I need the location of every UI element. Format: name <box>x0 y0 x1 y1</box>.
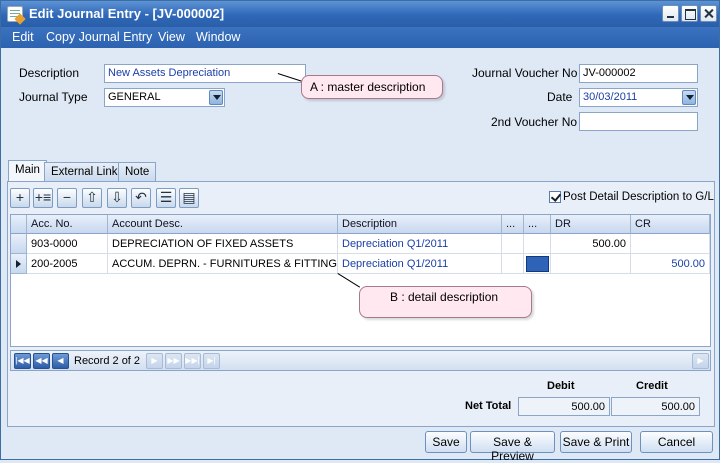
tab-note[interactable]: Note <box>118 162 157 182</box>
date-value: 30/03/2011 <box>583 91 638 103</box>
window-title: Edit Journal Entry - [JV-000002] <box>29 6 225 21</box>
move-down-icon[interactable]: ⇩ <box>107 188 127 208</box>
grid-header-indicator <box>11 215 27 234</box>
save-print-button[interactable]: Save & Print <box>560 431 632 453</box>
menu-copy-journal-entry[interactable]: Copy Journal Entry <box>46 30 152 44</box>
journal-detail-grid: Acc. No. Account Desc. Description ... .… <box>10 214 711 347</box>
cancel-button[interactable]: Cancel <box>640 431 713 453</box>
row-indicator[interactable] <box>11 234 27 254</box>
column-header-acc-no[interactable]: Acc. No. <box>27 215 108 234</box>
table-cell-cr[interactable] <box>631 234 710 254</box>
maximize-button[interactable] <box>681 5 698 22</box>
second-voucher-label: 2nd Voucher No <box>491 115 578 129</box>
record-navigator: |◀◀ ◀◀ ◀ Record 2 of 2 ▶ ▶▶ ▶▶| ▶| ▶ <box>10 350 711 371</box>
minimize-button[interactable] <box>662 5 679 22</box>
column-header-more-1[interactable]: ... <box>502 215 524 234</box>
table-cell-dr[interactable]: 500.00 <box>551 234 631 254</box>
insert-row-icon[interactable]: +≡ <box>33 188 53 208</box>
table-cell-description[interactable]: Depreciation Q1/2011 <box>338 234 502 254</box>
record-position-text: Record 2 of 2 <box>74 355 141 367</box>
add-row-icon[interactable]: + <box>10 188 30 208</box>
table-cell-more-1[interactable] <box>502 254 524 274</box>
second-voucher-input[interactable] <box>579 112 698 131</box>
selected-cell-highlight[interactable] <box>526 256 549 272</box>
voucher-no-label: Journal Voucher No <box>472 66 578 80</box>
tab-main[interactable]: Main <box>8 160 47 182</box>
journal-type-select[interactable]: GENERAL <box>104 88 225 107</box>
column-header-description[interactable]: Description <box>338 215 502 234</box>
net-total-label: Net Total <box>465 400 512 412</box>
menu-bar: Edit Copy Journal Entry View Window <box>1 27 719 48</box>
end-record-button[interactable]: ▶| <box>203 353 220 369</box>
menu-view[interactable]: View <box>158 30 185 44</box>
table-cell-more-1[interactable] <box>502 234 524 254</box>
detail-icon[interactable]: ▤ <box>179 188 199 208</box>
net-total-debit: 500.00 <box>518 397 610 416</box>
table-cell-more-2[interactable] <box>524 234 551 254</box>
next-record-button[interactable]: ▶ <box>146 353 163 369</box>
date-picker[interactable]: 30/03/2011 <box>579 88 698 107</box>
current-row-indicator[interactable] <box>11 254 27 274</box>
prev-record-button[interactable]: ◀ <box>52 353 69 369</box>
move-up-icon[interactable]: ⇧ <box>82 188 102 208</box>
undo-icon[interactable]: ↶ <box>131 188 151 208</box>
table-cell-account-desc[interactable]: DEPRECIATION OF FIXED ASSETS <box>108 234 338 254</box>
description-input[interactable]: New Assets Depreciation <box>104 64 306 83</box>
save-button[interactable]: Save <box>425 431 467 453</box>
table-cell-account-desc[interactable]: ACCUM. DEPRN. - FURNITURES & FITTINGS <box>108 254 338 274</box>
post-detail-label: Post Detail Description to G/L <box>563 191 714 203</box>
scroll-right-button[interactable]: ▶ <box>692 353 709 369</box>
column-header-more-2[interactable]: ... <box>524 215 551 234</box>
journal-app-icon <box>7 6 23 22</box>
column-header-account-desc[interactable]: Account Desc. <box>108 215 338 234</box>
tab-external-link[interactable]: External Link <box>44 162 125 182</box>
chevron-down-icon[interactable] <box>209 90 223 105</box>
menu-edit[interactable]: Edit <box>12 30 34 44</box>
voucher-no-input[interactable]: JV-000002 <box>579 64 698 83</box>
table-cell-acc-no[interactable]: 903-0000 <box>27 234 108 254</box>
delete-row-icon[interactable]: − <box>57 188 77 208</box>
net-total-credit: 500.00 <box>611 397 700 416</box>
close-button[interactable] <box>700 5 717 22</box>
journal-entry-window: Edit Journal Entry - [JV-000002] Edit Co… <box>0 0 720 463</box>
table-cell-cr[interactable]: 500.00 <box>631 254 710 274</box>
debit-header: Debit <box>547 380 575 392</box>
table-cell-dr[interactable] <box>551 254 631 274</box>
description-label: Description <box>19 66 80 80</box>
journal-type-label: Journal Type <box>19 90 88 104</box>
chevron-down-icon[interactable] <box>682 90 696 105</box>
table-cell-acc-no[interactable]: 200-2005 <box>27 254 108 274</box>
column-header-cr[interactable]: CR <box>631 215 710 234</box>
menu-window[interactable]: Window <box>196 30 240 44</box>
callout-master-description: A : master description <box>301 75 443 99</box>
prev-page-button[interactable]: ◀◀ <box>33 353 50 369</box>
last-record-button[interactable]: ▶▶| <box>184 353 201 369</box>
journal-type-value: GENERAL <box>108 91 161 103</box>
column-header-dr[interactable]: DR <box>551 215 631 234</box>
title-bar[interactable]: Edit Journal Entry - [JV-000002] <box>1 1 719 27</box>
save-preview-button[interactable]: Save & Preview <box>470 431 555 463</box>
first-record-button[interactable]: |◀◀ <box>14 353 31 369</box>
table-cell-description[interactable]: Depreciation Q1/2011 <box>338 254 502 274</box>
post-detail-checkbox[interactable] <box>549 191 561 203</box>
list-icon[interactable]: ☰ <box>156 188 176 208</box>
credit-header: Credit <box>636 380 668 392</box>
callout-detail-description: B : detail description <box>359 286 532 318</box>
date-label: Date <box>547 90 573 104</box>
next-page-button[interactable]: ▶▶ <box>165 353 182 369</box>
